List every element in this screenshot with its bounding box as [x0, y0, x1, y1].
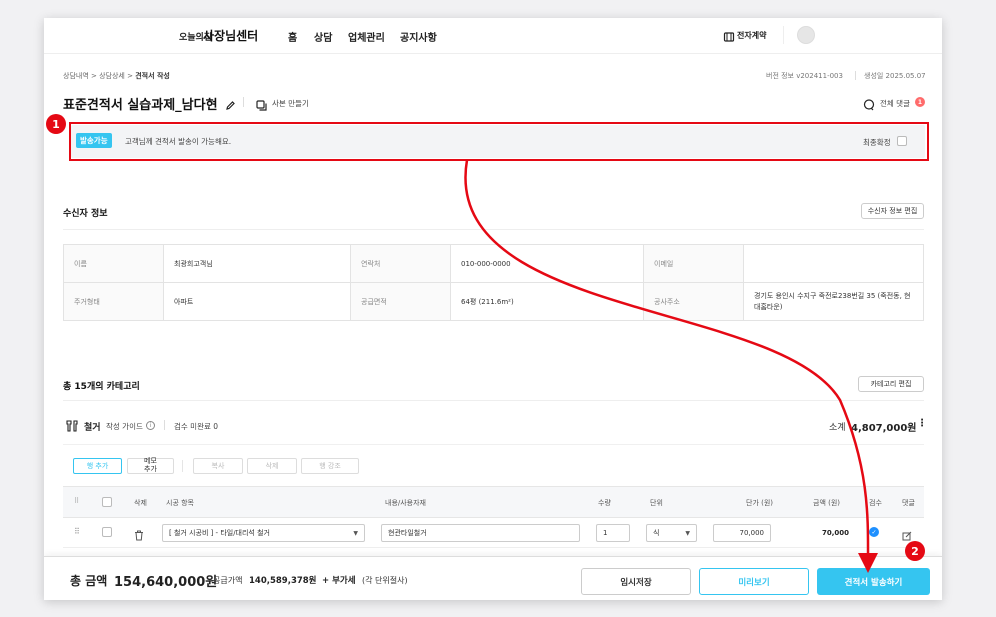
- annotation-arrow: [464, 159, 879, 573]
- annotation-marker-1: 1: [46, 114, 66, 134]
- annotation-marker-2: 2: [905, 541, 925, 561]
